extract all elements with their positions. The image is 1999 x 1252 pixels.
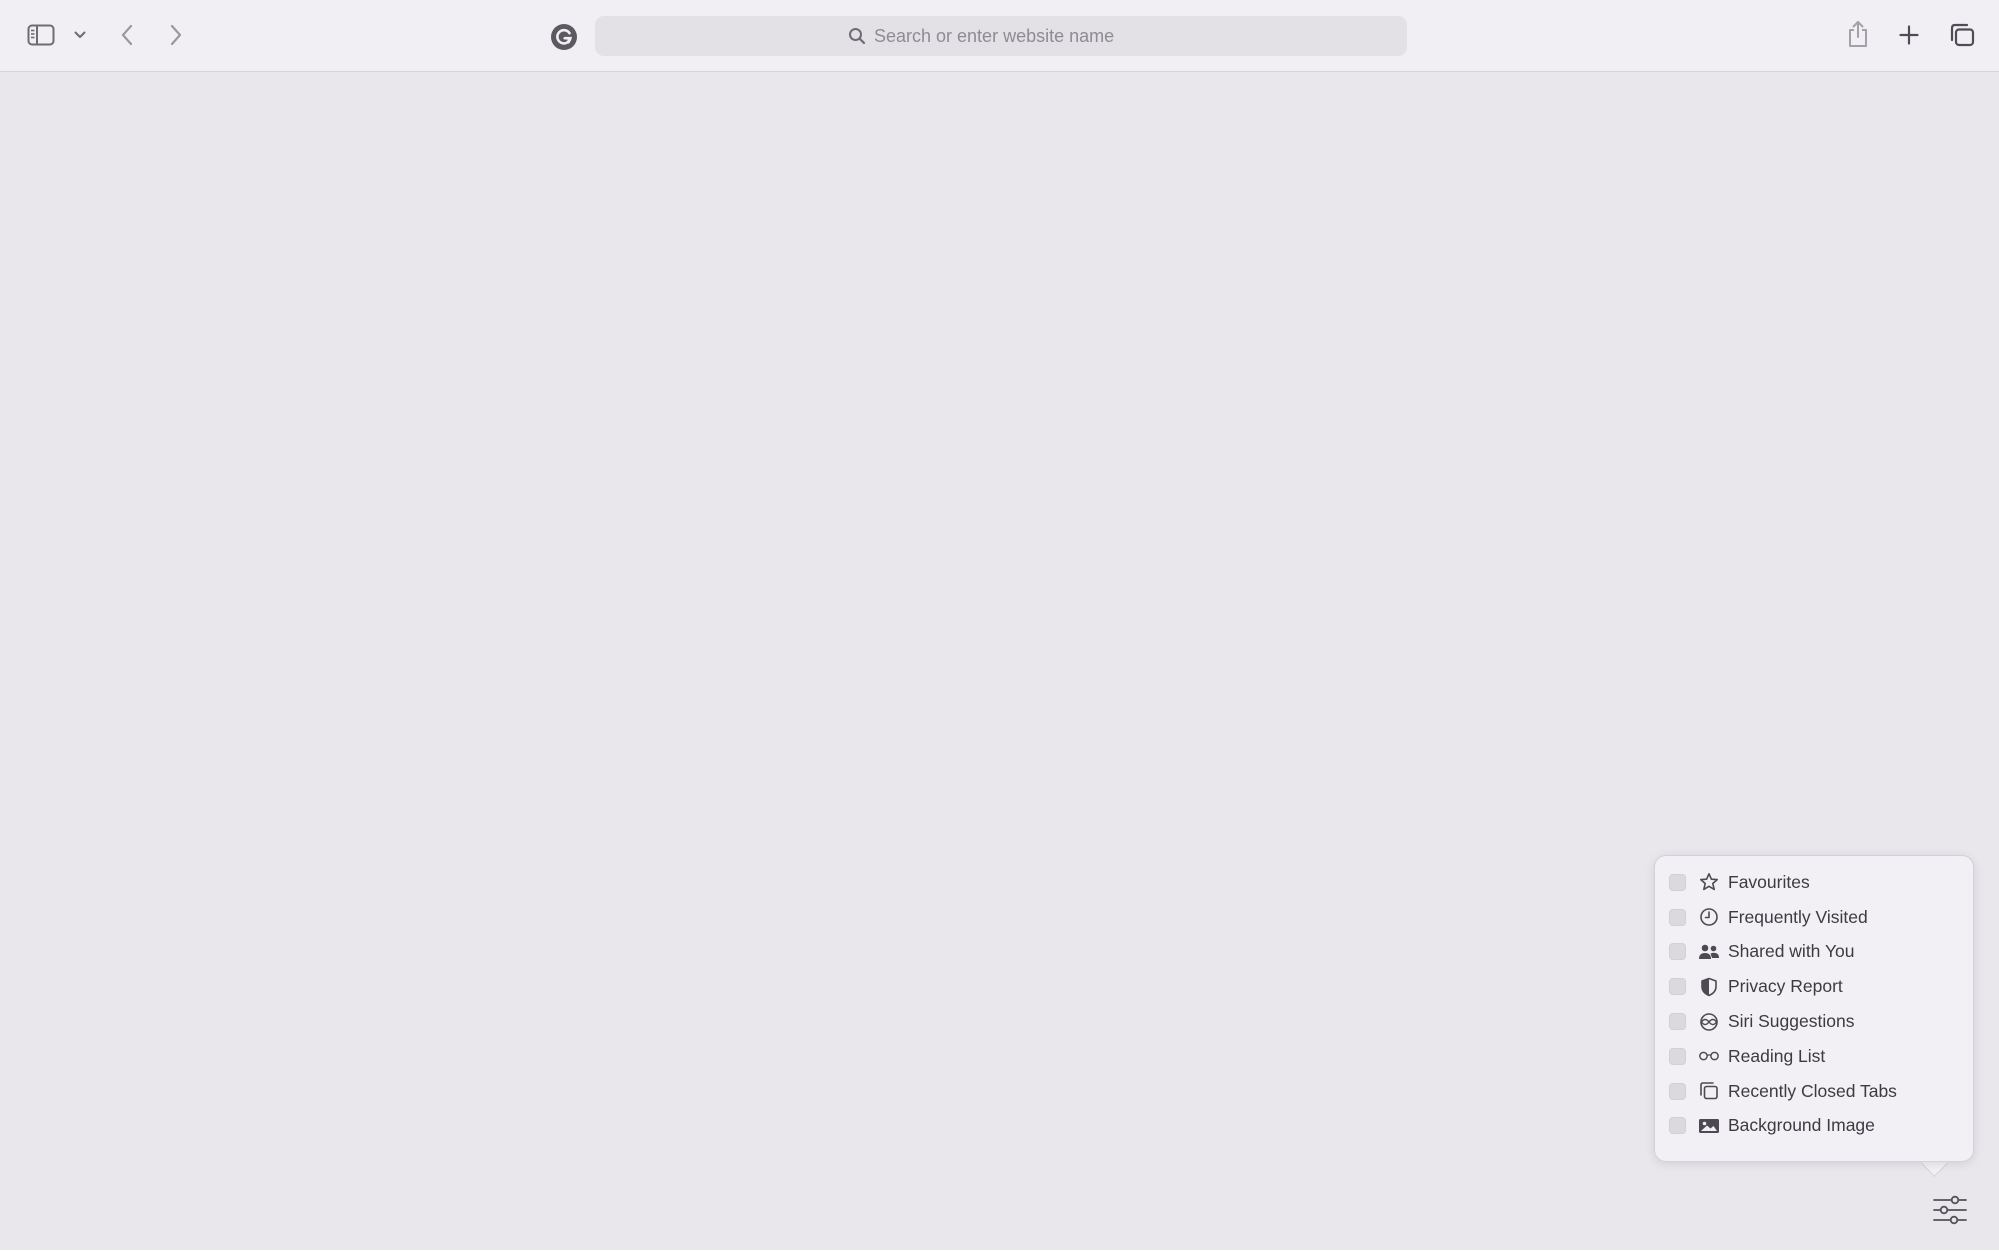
new-tab-button[interactable]	[1896, 22, 1922, 48]
recently-closed-tabs-checkbox[interactable]	[1669, 1082, 1686, 1100]
address-bar[interactable]	[595, 16, 1407, 56]
shared-with-you-checkbox[interactable]	[1669, 943, 1686, 961]
menu-item-privacy-report[interactable]: Privacy Report	[1655, 969, 1973, 1004]
search-icon	[848, 27, 866, 45]
menu-item-background-image[interactable]: Background Image	[1655, 1109, 1973, 1144]
shield-icon	[1698, 976, 1720, 998]
reading-list-checkbox[interactable]	[1669, 1047, 1686, 1065]
photo-icon	[1698, 1115, 1720, 1137]
grammarly-extension-button[interactable]	[549, 22, 579, 52]
siri-icon	[1698, 1011, 1720, 1033]
siri-suggestions-checkbox[interactable]	[1669, 1013, 1686, 1031]
customize-start-page-popover: Favourites Frequently Visited Shared wit…	[1654, 855, 1974, 1162]
grammarly-icon	[550, 23, 578, 51]
menu-item-siri-suggestions[interactable]: Siri Suggestions	[1655, 1004, 1973, 1039]
sidebar-menu-button[interactable]	[72, 26, 88, 44]
menu-item-label: Frequently Visited	[1728, 906, 1868, 927]
share-button[interactable]	[1845, 18, 1871, 50]
browser-window: Favourites Frequently Visited	[0, 0, 1999, 1252]
background-image-checkbox[interactable]	[1669, 1117, 1686, 1135]
menu-item-shared-with-you[interactable]: Shared with You	[1655, 935, 1973, 970]
favourites-checkbox[interactable]	[1669, 873, 1686, 891]
privacy-report-checkbox[interactable]	[1669, 978, 1686, 996]
plus-icon	[1899, 25, 1919, 45]
menu-item-frequently-visited[interactable]: Frequently Visited	[1655, 900, 1973, 935]
tab-overview-icon	[1949, 23, 1975, 47]
sliders-icon	[1932, 1194, 1968, 1226]
menu-item-label: Background Image	[1728, 1115, 1875, 1136]
forward-button[interactable]	[163, 20, 189, 50]
menu-item-label: Siri Suggestions	[1728, 1011, 1855, 1032]
sidebar-icon	[27, 24, 55, 46]
chevron-left-icon	[120, 24, 134, 46]
clock-icon	[1698, 906, 1720, 928]
customize-start-page-button[interactable]	[1930, 1192, 1970, 1228]
chevron-down-icon	[74, 31, 86, 39]
back-button[interactable]	[114, 20, 140, 50]
star-icon	[1698, 871, 1720, 893]
frequently-visited-checkbox[interactable]	[1669, 908, 1686, 926]
sidebar-toggle-button[interactable]	[24, 20, 58, 50]
menu-item-label: Reading List	[1728, 1045, 1826, 1066]
glasses-icon	[1698, 1045, 1720, 1067]
search-input[interactable]	[874, 25, 1154, 47]
menu-item-recently-closed-tabs[interactable]: Recently Closed Tabs	[1655, 1074, 1973, 1109]
chevron-right-icon	[169, 24, 183, 46]
tab-overview-button[interactable]	[1947, 21, 1977, 49]
menu-item-label: Shared with You	[1728, 941, 1855, 962]
share-icon	[1847, 20, 1869, 48]
menu-item-label: Recently Closed Tabs	[1728, 1080, 1897, 1101]
toolbar	[0, 0, 1999, 72]
menu-item-label: Favourites	[1728, 871, 1810, 892]
tabs-icon	[1698, 1080, 1720, 1102]
people-icon	[1698, 941, 1720, 963]
menu-item-reading-list[interactable]: Reading List	[1655, 1039, 1973, 1074]
menu-item-label: Privacy Report	[1728, 976, 1843, 997]
menu-item-favourites[interactable]: Favourites	[1655, 865, 1973, 900]
